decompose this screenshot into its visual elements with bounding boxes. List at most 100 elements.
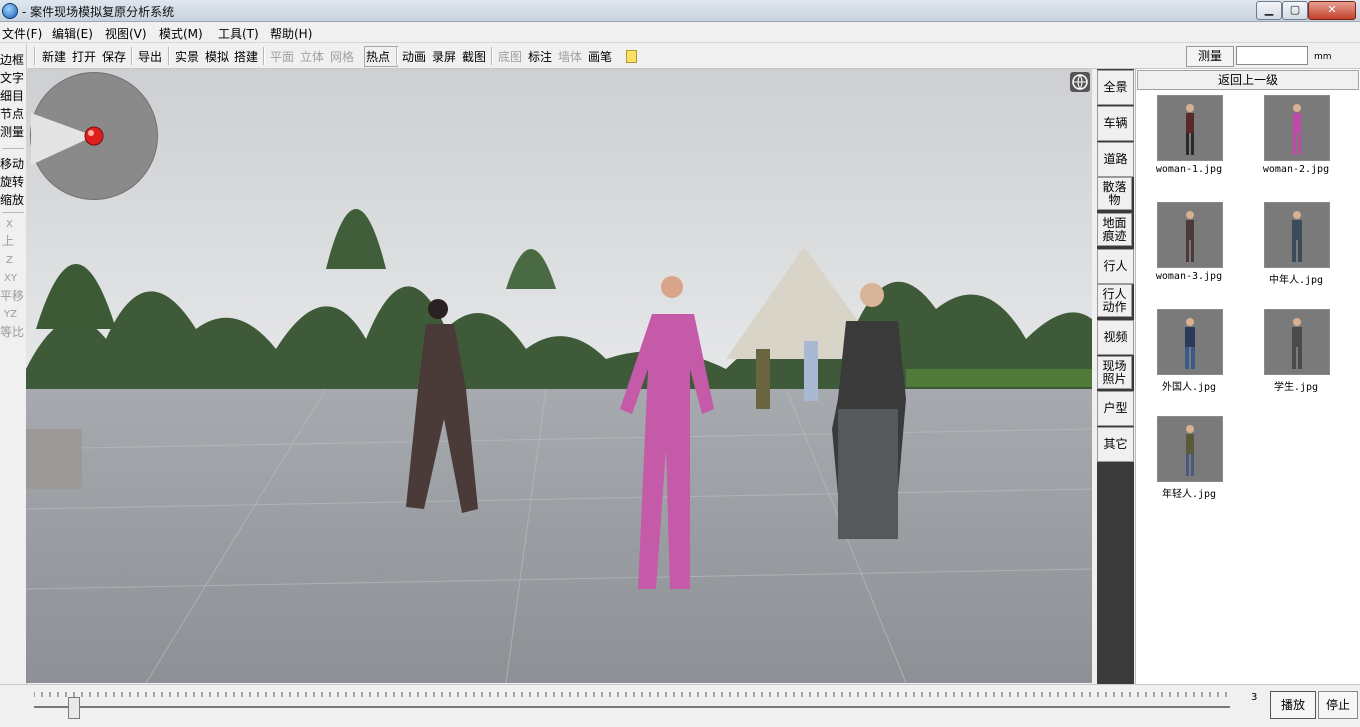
frame-number: 3 — [1251, 692, 1258, 703]
thumbnail-woman-2[interactable] — [1264, 95, 1330, 161]
tool-detail[interactable]: 细目 — [0, 89, 24, 103]
tool-scale[interactable]: 缩放 — [0, 193, 24, 207]
menu-file[interactable]: 文件(F) — [2, 25, 42, 42]
open-button[interactable]: 打开 — [72, 48, 96, 65]
timeline-slider-handle[interactable] — [68, 697, 80, 719]
tab-pedestrians[interactable]: 行人 — [1097, 249, 1134, 284]
tab-video[interactable]: 视频 — [1097, 320, 1134, 355]
axis-up-button[interactable]: 上 — [2, 234, 14, 248]
globe-icon[interactable] — [1070, 72, 1090, 92]
tool-uniform-scale[interactable]: 等比 — [0, 325, 24, 339]
tool-node[interactable]: 节点 — [0, 107, 24, 121]
left-toolbar: 边框 文字 细目 节点 测量 移动 旋转 缩放 X 上 Z XY 平移 YZ 等… — [0, 44, 27, 684]
tab-other[interactable]: 其它 — [1097, 427, 1134, 462]
menu-help[interactable]: 帮助(H) — [270, 25, 312, 42]
annotate-button[interactable]: 标注 — [528, 48, 552, 65]
axis-z-button[interactable]: Z — [6, 254, 13, 268]
export-button[interactable]: 导出 — [138, 48, 162, 65]
real-scene-button[interactable]: 实景 — [175, 48, 199, 65]
tool-border[interactable]: 边框 — [0, 53, 24, 67]
thumbnail-label: woman-1.jpg — [1155, 164, 1223, 175]
thumbnail-woman-1[interactable] — [1157, 95, 1223, 161]
toolbar-separator — [491, 47, 493, 65]
thumbnail-woman-3[interactable] — [1157, 202, 1223, 268]
wall-button[interactable]: 墙体 — [558, 48, 582, 65]
app-icon — [2, 3, 18, 19]
build-button[interactable]: 搭建 — [234, 48, 258, 65]
thumbnail-label: woman-2.jpg — [1262, 164, 1330, 175]
compass-widget[interactable] — [30, 72, 158, 200]
thumbnail-label: 学生.jpg — [1273, 382, 1319, 393]
left-toolbar-separator — [2, 148, 24, 149]
tool-move[interactable]: 移动 — [0, 157, 24, 171]
toolbar-separator — [131, 47, 133, 65]
tool-measure[interactable]: 测量 — [0, 125, 24, 139]
menu-view[interactable]: 视图(V) — [105, 25, 147, 42]
simulate-button[interactable]: 模拟 — [205, 48, 229, 65]
toolbar-separator — [168, 47, 170, 65]
screenshot-button[interactable]: 截图 — [462, 48, 486, 65]
close-button[interactable]: ✕ — [1308, 1, 1356, 20]
tool-pan[interactable]: 平移 — [0, 289, 24, 303]
thumbnail-foreigner[interactable] — [1157, 309, 1223, 375]
tab-panorama[interactable]: 全景 — [1097, 70, 1134, 105]
grid-button[interactable]: 网格 — [330, 48, 354, 65]
back-button[interactable]: 返回上一级 — [1137, 70, 1359, 90]
thumbnail-middle-aged-man[interactable] — [1264, 202, 1330, 268]
thumbnail-student[interactable] — [1264, 309, 1330, 375]
basemap-button[interactable]: 底图 — [498, 48, 522, 65]
maximize-button[interactable]: ▢ — [1282, 1, 1308, 20]
record-screen-button[interactable]: 录屏 — [432, 48, 456, 65]
toolbar-separator — [263, 47, 265, 65]
left-toolbar-separator — [2, 212, 24, 213]
note-icon[interactable] — [626, 50, 637, 63]
tab-scene-photos[interactable]: 现场照片 — [1097, 356, 1132, 389]
toolbar-separator — [396, 47, 398, 65]
compass-view-cone — [31, 113, 104, 165]
tool-text[interactable]: 文字 — [0, 71, 24, 85]
model-library-panel: 返回上一级 woman-1.jpg woman-2.jpg woman-3.jp… — [1135, 69, 1360, 684]
measure-unit: mm — [1314, 52, 1332, 62]
timeline-track[interactable] — [34, 706, 1230, 708]
scene-viewport[interactable] — [26, 69, 1092, 683]
panorama-scene — [26, 69, 1092, 683]
category-tabs: 全景 车辆 道路 散落物 地面痕迹 行人 行人动作 视频 现场照片 户型 其它 — [1097, 69, 1134, 684]
window-title: - 案件现场模拟复原分析系统 — [22, 5, 175, 19]
measure-input[interactable] — [1236, 46, 1308, 65]
solid-view-button[interactable]: 立体 — [300, 48, 324, 65]
hotspot-button[interactable]: 热点 — [366, 48, 390, 65]
animation-button[interactable]: 动画 — [402, 48, 426, 65]
tab-scattered-objects[interactable]: 散落物 — [1097, 177, 1132, 210]
axis-yz-button[interactable]: YZ — [4, 308, 17, 322]
timeline-ticks — [34, 692, 1227, 697]
tab-floor-plan[interactable]: 户型 — [1097, 391, 1134, 426]
new-button[interactable]: 新建 — [42, 48, 66, 65]
stop-button[interactable]: 停止 — [1318, 691, 1358, 719]
tab-ground-traces[interactable]: 地面痕迹 — [1097, 213, 1132, 246]
minimize-button[interactable]: ▁ — [1256, 1, 1282, 20]
title-bar: - 案件现场模拟复原分析系统 ▁ ▢ ✕ — [0, 0, 1360, 22]
menu-mode[interactable]: 模式(M) — [159, 25, 203, 42]
thumbnail-young-man[interactable] — [1157, 416, 1223, 482]
thumbnail-label: 年轻人.jpg — [1161, 489, 1217, 500]
timeline-bar: 3 播放 停止 — [0, 684, 1360, 727]
menu-bar: 文件(F) 编辑(E) 视图(V) 模式(M) 工具(T) 帮助(H) — [0, 22, 1360, 43]
thumbnail-label: 中年人.jpg — [1268, 275, 1324, 286]
thumbnail-label: 外国人.jpg — [1161, 382, 1217, 393]
tab-vehicles[interactable]: 车辆 — [1097, 106, 1134, 141]
pen-button[interactable]: 画笔 — [588, 48, 612, 65]
tab-roads[interactable]: 道路 — [1097, 142, 1134, 177]
thumbnail-label: woman-3.jpg — [1155, 271, 1223, 282]
menu-tools[interactable]: 工具(T) — [218, 25, 259, 42]
save-button[interactable]: 保存 — [102, 48, 126, 65]
axis-x-button[interactable]: X — [6, 218, 13, 232]
plane-view-button[interactable]: 平面 — [270, 48, 294, 65]
measure-button[interactable]: 测量 — [1186, 46, 1234, 67]
compass-position-marker — [84, 126, 104, 146]
menu-edit[interactable]: 编辑(E) — [52, 25, 93, 42]
tool-rotate[interactable]: 旋转 — [0, 175, 24, 189]
tab-pedestrian-actions[interactable]: 行人动作 — [1097, 284, 1132, 317]
axis-xy-button[interactable]: XY — [4, 272, 17, 286]
play-button[interactable]: 播放 — [1270, 691, 1316, 719]
toolbar: 新建 打开 保存 导出 实景 模拟 搭建 平面 立体 网格 热点 动画 录屏 截… — [28, 44, 1360, 69]
